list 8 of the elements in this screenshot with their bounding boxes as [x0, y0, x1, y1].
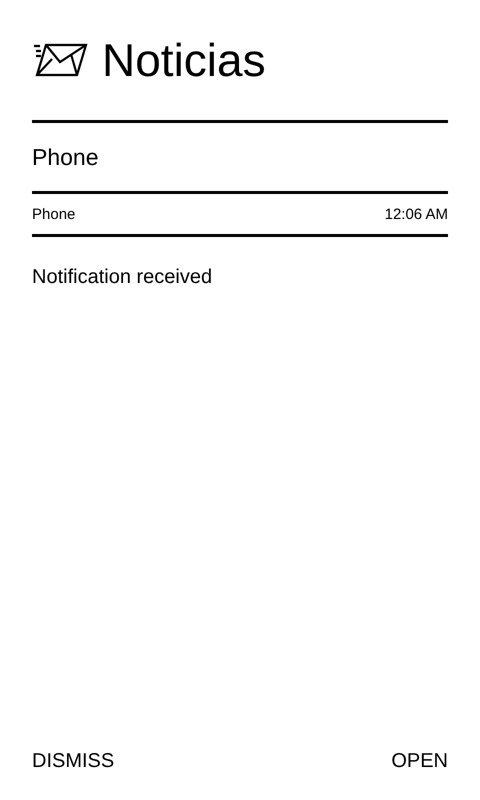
notification-time: 12:06 AM: [384, 206, 448, 222]
notification-title: Phone: [32, 142, 100, 172]
dismiss-button[interactable]: DISMISS: [32, 750, 114, 773]
open-button[interactable]: OPEN: [391, 750, 448, 773]
mail-icon: [32, 43, 88, 77]
notification-message: Notification received: [32, 266, 214, 289]
app-name: Phone: [32, 206, 76, 222]
page-title: Noticias: [102, 37, 266, 83]
